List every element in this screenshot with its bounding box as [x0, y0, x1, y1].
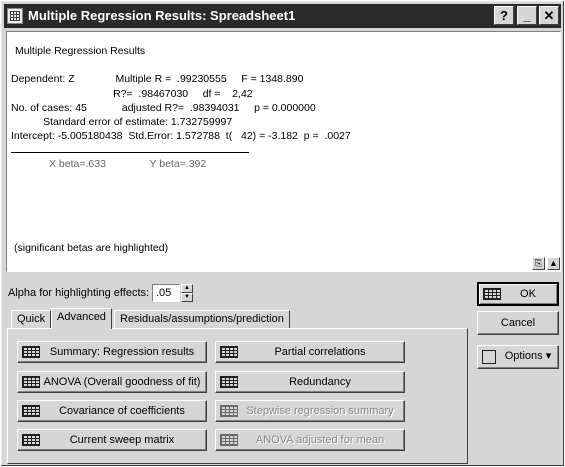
- alpha-label: Alpha for highlighting effects:: [8, 287, 150, 299]
- table-icon: [483, 288, 501, 300]
- ok-button[interactable]: OK: [477, 282, 559, 306]
- spreadsheet-app-icon: [7, 8, 23, 24]
- results-line-intercept: Intercept: -5.005180438 Std.Error: 1.572…: [11, 130, 351, 142]
- covariance-button[interactable]: Covariance of coefficients: [17, 400, 207, 422]
- sweep-matrix-label: Current sweep matrix: [69, 434, 175, 446]
- ok-label: OK: [520, 288, 536, 300]
- redundancy-button[interactable]: Redundancy: [215, 371, 405, 393]
- results-output-pane[interactable]: Multiple Regression Results Dependent: Z…: [6, 31, 561, 272]
- tab-residuals[interactable]: Residuals/assumptions/prediction: [114, 310, 290, 328]
- alpha-input[interactable]: .05: [152, 284, 180, 302]
- window-title: Multiple Regression Results: Spreadsheet…: [28, 8, 296, 23]
- results-line-std-error: Standard error of estimate: 1.732759997: [11, 116, 233, 128]
- title-bar[interactable]: Multiple Regression Results: Spreadsheet…: [4, 4, 561, 28]
- copy-icon[interactable]: ⎘: [532, 257, 545, 270]
- tab-advanced[interactable]: Advanced: [51, 308, 112, 329]
- results-divider: [11, 152, 249, 153]
- tab-quick[interactable]: Quick: [11, 310, 52, 328]
- results-line-cases: No. of cases: 45 adjusted R?= .98394031 …: [11, 102, 316, 114]
- table-icon: [220, 434, 238, 446]
- table-icon: [220, 376, 238, 388]
- anova-adjusted-label: ANOVA adjusted for mean: [255, 434, 385, 446]
- partial-correlations-button[interactable]: Partial correlations: [215, 341, 405, 363]
- cancel-button[interactable]: Cancel: [477, 311, 559, 335]
- table-icon: [22, 346, 40, 358]
- beta-values: X beta=.633 Y beta=.392: [49, 158, 207, 170]
- chevron-down-icon: ▾: [545, 350, 552, 362]
- table-icon: [22, 376, 40, 388]
- spin-down-icon[interactable]: ▼: [181, 293, 193, 302]
- cancel-label: Cancel: [500, 317, 536, 329]
- anova-label: ANOVA (Overall goodness of fit): [43, 376, 201, 388]
- redundancy-label: Redundancy: [289, 376, 351, 388]
- covariance-label: Covariance of coefficients: [59, 405, 185, 417]
- sweep-matrix-button[interactable]: Current sweep matrix: [17, 429, 207, 451]
- stepwise-summary-button[interactable]: Stepwise regression summary: [215, 400, 405, 422]
- results-footnote: (significant betas are highlighted): [14, 242, 169, 254]
- stepwise-summary-label: Stepwise regression summary: [246, 405, 394, 417]
- partial-correlations-label: Partial correlations: [274, 346, 366, 358]
- minimize-button[interactable]: _: [517, 6, 537, 25]
- results-heading: Multiple Regression Results: [15, 45, 146, 57]
- results-line-dependent: Dependent: Z Multiple R = .99230555 F = …: [11, 73, 304, 85]
- summary-regression-label: Summary: Regression results: [49, 346, 195, 358]
- table-icon: [22, 405, 40, 417]
- scroll-up-icon[interactable]: ▲: [547, 257, 560, 270]
- regression-results-window: Multiple Regression Results: Spreadsheet…: [0, 0, 565, 467]
- help-button[interactable]: ?: [494, 6, 514, 25]
- table-icon: [220, 405, 238, 417]
- options-icon: [482, 350, 496, 364]
- options-button[interactable]: Options ▾: [477, 345, 559, 369]
- anova-button[interactable]: ANOVA (Overall goodness of fit): [17, 371, 207, 393]
- close-button[interactable]: ✕: [539, 6, 559, 25]
- table-icon: [220, 346, 238, 358]
- table-icon: [22, 434, 40, 446]
- summary-regression-button[interactable]: Summary: Regression results: [17, 341, 207, 363]
- anova-adjusted-button[interactable]: ANOVA adjusted for mean: [215, 429, 405, 451]
- spin-up-icon[interactable]: ▲: [181, 284, 193, 293]
- results-line-rsquared: R?= .98467030 df = 2,42: [11, 88, 253, 100]
